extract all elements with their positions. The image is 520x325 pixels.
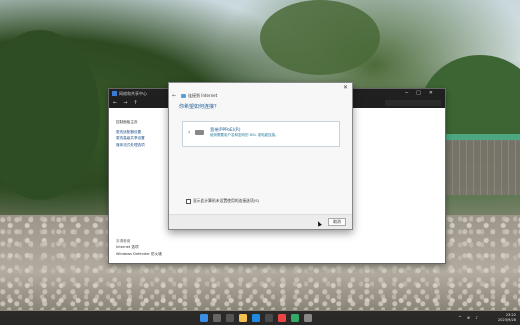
app-icon[interactable] <box>265 314 273 322</box>
dialog-footer: 取消 <box>169 214 352 229</box>
app-green-icon[interactable] <box>291 314 299 322</box>
edge-icon[interactable] <box>252 314 260 322</box>
see-also-firewall[interactable]: Windows Defender 防火墙 <box>116 251 162 258</box>
dialog-title-text: 连接到 Internet <box>188 93 218 98</box>
modem-icon <box>195 130 204 135</box>
cp-sidebar: 控制面板主页 更改适配器设置 更改高级共享设置 媒体流式处理选项 <box>116 119 176 148</box>
control-panel-taskbar-icon[interactable] <box>304 314 312 322</box>
checkbox-label: 显示此计算机未设置使用的连接选项(S) <box>193 198 260 203</box>
taskbar: ^ ⊕ ♪ 23:22 2023/9/28 <box>0 311 520 325</box>
nav-buttons[interactable]: ←→↑ <box>113 100 144 106</box>
back-arrow-icon[interactable]: ← <box>172 93 176 99</box>
network-icon <box>181 94 186 98</box>
option-description: 使用需要用户名和密码的 DSL 或电缆连接。 <box>210 133 279 137</box>
connect-dialog: ✕ ← 连接到 Internet 你希望如何连接？ › 宽带(PPPoE)(R)… <box>168 82 353 230</box>
sidebar-item-home[interactable]: 控制面板主页 <box>116 119 176 126</box>
clock[interactable]: 23:22 2023/9/28 <box>498 313 516 323</box>
cancel-button[interactable]: 取消 <box>328 218 346 226</box>
see-also-header: 另请参阅 <box>116 238 131 243</box>
search-input[interactable] <box>385 100 441 106</box>
start-icon[interactable] <box>200 314 208 322</box>
dialog-heading: 你希望如何连接？ <box>179 104 220 110</box>
sidebar-item-media-streaming[interactable]: 媒体流式处理选项 <box>116 142 176 149</box>
system-tray-icons[interactable]: ^ ⊕ ♪ <box>458 315 480 320</box>
window-controls[interactable]: ─□✕ <box>405 90 441 96</box>
pppoe-option[interactable]: › 宽带(PPPoE)(R) 使用需要用户名和密码的 DSL 或电缆连接。 <box>182 121 340 147</box>
control-panel-icon <box>112 91 117 96</box>
search-icon[interactable] <box>213 314 221 322</box>
wallpaper-tree-top <box>260 0 380 75</box>
checkbox-box[interactable] <box>186 198 191 204</box>
file-explorer-icon[interactable] <box>239 314 247 322</box>
wallpaper-trees-left <box>0 30 100 200</box>
app-red-icon[interactable] <box>278 314 286 322</box>
dialog-title: 连接到 Internet <box>181 93 217 99</box>
close-icon[interactable]: ✕ <box>343 84 348 91</box>
cp-window-title: 网络和共享中心 <box>119 91 147 96</box>
see-also-section: 另请参阅 Internet 选项 Windows Defender 防火墙 <box>116 238 162 258</box>
wallpaper-stone-wall <box>446 140 520 195</box>
clock-date: 2023/9/28 <box>498 318 516 322</box>
task-view-icon[interactable] <box>226 314 234 322</box>
show-options-checkbox[interactable]: 显示此计算机未设置使用的连接选项(S) <box>186 198 259 204</box>
chevron-right-icon: › <box>188 129 191 136</box>
